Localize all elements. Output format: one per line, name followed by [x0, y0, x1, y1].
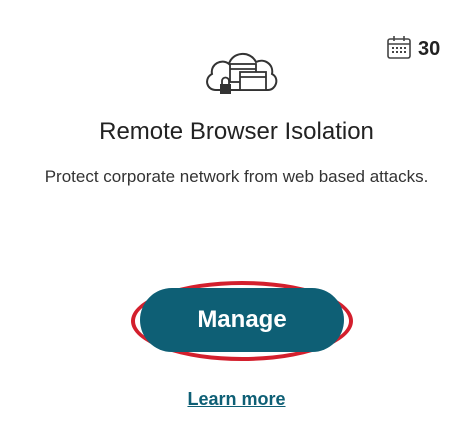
cloud-browser-lock-icon — [202, 42, 282, 107]
manage-button[interactable]: Manage — [140, 288, 344, 352]
badge-count: 30 — [418, 38, 441, 60]
calendar-icon — [386, 34, 412, 65]
learn-more-link[interactable]: Learn more — [0, 389, 473, 410]
service-card: 30 Remote Browser Isolation Protect corp… — [0, 0, 473, 445]
days-badge: 30 — [386, 34, 440, 65]
card-title: Remote Browser Isolation — [99, 118, 374, 145]
card-description: Protect corporate network from web based… — [44, 167, 429, 186]
